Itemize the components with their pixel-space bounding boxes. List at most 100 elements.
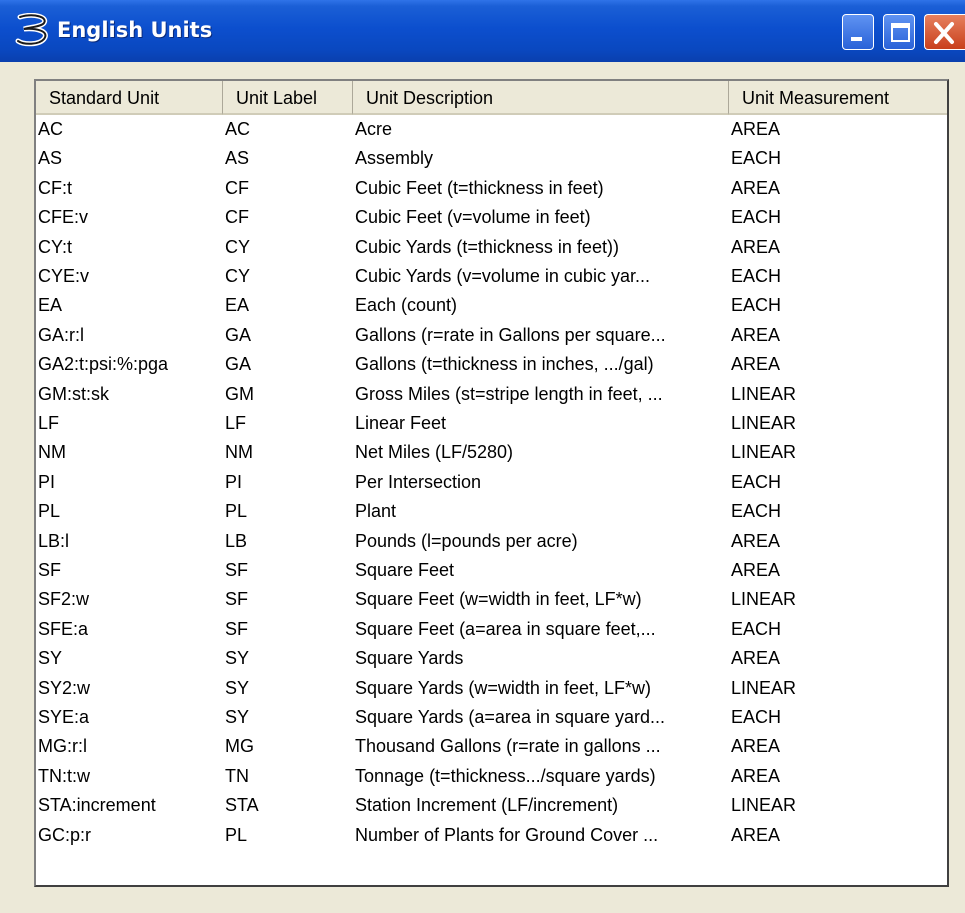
table-row[interactable]: CY:t CY Cubic Yards (t=thickness in feet))… <box>36 233 947 262</box>
table-row[interactable]: SY SY Square Yards AREA <box>36 644 947 673</box>
column-header-unit-label[interactable]: Unit Label <box>223 81 353 115</box>
cell-unit-description: Pounds (l=pounds per acre) <box>355 530 578 551</box>
table-row[interactable]: PI PI Per Intersection EACH <box>36 468 947 497</box>
table-row[interactable]: STA:increment STA Station Increment (LF/in… <box>36 791 947 820</box>
table-row[interactable]: CF:t CF Cubic Feet (t=thickness in feet) AR… <box>36 174 947 203</box>
cell-unit-description: Square Feet (a=area in square feet,... <box>355 618 656 639</box>
table-row[interactable]: EA EA Each (count) EACH <box>36 291 947 320</box>
cell-unit-label: PL <box>225 824 248 845</box>
cell-unit-measurement: EACH <box>731 207 782 228</box>
table-row[interactable]: AC AC Acre AREA <box>36 115 947 144</box>
cell-standard-unit: GC:p:r <box>38 824 92 845</box>
cell-unit-description: Square Feet <box>355 560 455 580</box>
cell-standard-unit: PL <box>38 501 61 522</box>
cell-unit-description: Tonnage (t=thickness.../square yards) <box>355 765 656 786</box>
table-row[interactable]: MG:r:l MG Thousand Gallons (r=rate in gall… <box>36 732 947 761</box>
close-button[interactable] <box>924 14 965 50</box>
cell-unit-description: Number of Plants for Ground Cover ... <box>355 824 659 845</box>
cell-unit-label: STA <box>225 795 259 816</box>
cell-unit-label: CF <box>225 207 249 228</box>
cell-unit-label: SF <box>225 560 249 580</box>
cell-unit-label: CF <box>225 177 249 198</box>
cell-unit-measurement: LINEAR <box>731 795 797 816</box>
window-title: English Units <box>57 18 213 42</box>
cell-unit-label: TN <box>225 765 249 786</box>
cell-unit-measurement: LINEAR <box>731 413 797 433</box>
cell-standard-unit: CYE:v <box>38 266 90 286</box>
cell-unit-measurement: AREA <box>731 560 781 580</box>
cell-unit-label: MG <box>225 736 254 757</box>
table-row[interactable]: SY2:w SY Square Yards (w=width in feet, LF… <box>36 674 947 703</box>
cell-unit-label: SF <box>225 589 249 610</box>
table-row[interactable]: GM:st:sk GM Gross Miles (st=stripe length … <box>36 380 947 409</box>
cell-unit-description: Gross Miles (st=stripe length in feet, .… <box>355 383 663 404</box>
cell-unit-measurement: AREA <box>731 354 781 375</box>
cell-standard-unit: CF:t <box>38 177 72 198</box>
cell-unit-measurement: AREA <box>731 824 781 845</box>
minimize-icon <box>851 37 862 41</box>
cell-unit-label: PL <box>225 501 248 522</box>
cell-standard-unit: GM:st:sk <box>38 383 109 404</box>
cell-unit-measurement: AREA <box>731 177 781 198</box>
cell-standard-unit: GA:r:l <box>38 324 85 345</box>
cell-unit-measurement: AREA <box>731 119 781 139</box>
cell-standard-unit: SF2:w <box>38 589 90 610</box>
column-header-unit-description[interactable]: Unit Description <box>353 81 729 115</box>
cell-unit-measurement: LINEAR <box>731 589 797 610</box>
units-list-view[interactable]: Standard Unit Unit Label Unit Descriptio… <box>34 79 949 887</box>
cell-standard-unit: SYE:a <box>38 707 90 727</box>
maximize-button[interactable] <box>883 14 915 50</box>
cell-standard-unit: LB:l <box>38 530 70 551</box>
cell-unit-label: PI <box>225 471 243 492</box>
cell-unit-description: Net Miles (LF/5280) <box>355 442 514 463</box>
cell-standard-unit: AS <box>38 148 63 169</box>
table-row[interactable]: LB:l LB Pounds (l=pounds per acre) AREA <box>36 527 947 556</box>
cell-unit-label: SY <box>225 677 250 698</box>
table-row[interactable]: LF LF Linear Feet LINEAR <box>36 409 947 438</box>
cell-unit-measurement: EACH <box>731 618 782 639</box>
cell-unit-measurement: AREA <box>731 648 781 669</box>
maximize-icon <box>891 23 910 42</box>
table-row[interactable]: PL PL Plant EACH <box>36 497 947 526</box>
list-header: Standard Unit Unit Label Unit Descriptio… <box>36 81 947 115</box>
cell-unit-description: Square Feet (w=width in feet, LF*w) <box>355 589 642 610</box>
column-header-unit-measurement[interactable]: Unit Measurement <box>729 81 947 115</box>
table-row[interactable]: AS AS Assembly EACH <box>36 144 947 173</box>
cell-unit-measurement: EACH <box>731 707 782 727</box>
cell-standard-unit: LF <box>38 413 60 433</box>
cell-unit-label: SF <box>225 618 249 639</box>
table-row[interactable]: SF2:w SF Square Feet (w=width in feet, LF*… <box>36 585 947 614</box>
table-row[interactable]: CFE:v CF Cubic Feet (v=volume in feet) EACH <box>36 203 947 232</box>
column-header-standard-unit[interactable]: Standard Unit <box>36 81 223 115</box>
cell-standard-unit: SF <box>38 560 62 580</box>
table-row[interactable]: GA:r:l GA Gallons (r=rate in Gallons per s… <box>36 321 947 350</box>
table-row[interactable]: SF SF Square Feet AREA <box>36 556 947 585</box>
cell-unit-measurement: EACH <box>731 295 782 316</box>
table-row[interactable]: TN:t:w TN Tonnage (t=thickness.../square y… <box>36 762 947 791</box>
table-row[interactable]: SYE:a SY Square Yards (a=area in square ya… <box>36 703 947 732</box>
table-row[interactable]: SFE:a SF Square Feet (a=area in square fee… <box>36 615 947 644</box>
cell-standard-unit: SFE:a <box>38 618 89 639</box>
table-row[interactable]: GA2:t:psi:%:pga GA Gallons (t=thickness in… <box>36 350 947 379</box>
table-row[interactable]: NM NM Net Miles (LF/5280) LINEAR <box>36 438 947 467</box>
cell-unit-label: SY <box>225 648 250 669</box>
cell-unit-measurement: AREA <box>731 765 781 786</box>
table-row[interactable]: CYE:v CY Cubic Yards (v=volume in cubic ya… <box>36 262 947 291</box>
close-icon <box>934 22 954 44</box>
cell-unit-description: Square Yards (a=area in square yard... <box>355 707 666 727</box>
cell-standard-unit: CY:t <box>38 236 73 257</box>
cell-unit-description: Square Yards <box>355 648 464 669</box>
cell-unit-measurement: EACH <box>731 266 782 286</box>
cell-unit-description: Linear Feet <box>355 413 447 433</box>
cell-standard-unit: AC <box>38 119 64 139</box>
title-bar[interactable]: English Units <box>0 0 965 62</box>
cell-unit-label: NM <box>225 442 253 463</box>
cell-unit-label: GA <box>225 324 252 345</box>
cell-unit-measurement: LINEAR <box>731 677 797 698</box>
cell-unit-label: CY <box>225 266 251 286</box>
cell-standard-unit: NM <box>38 442 66 463</box>
minimize-button[interactable] <box>842 14 874 50</box>
cell-unit-description: Cubic Yards (v=volume in cubic yar... <box>355 266 650 286</box>
table-row[interactable]: GC:p:r PL Number of Plants for Ground Cove… <box>36 821 947 850</box>
bentley-b-logo-icon[interactable] <box>14 12 52 47</box>
